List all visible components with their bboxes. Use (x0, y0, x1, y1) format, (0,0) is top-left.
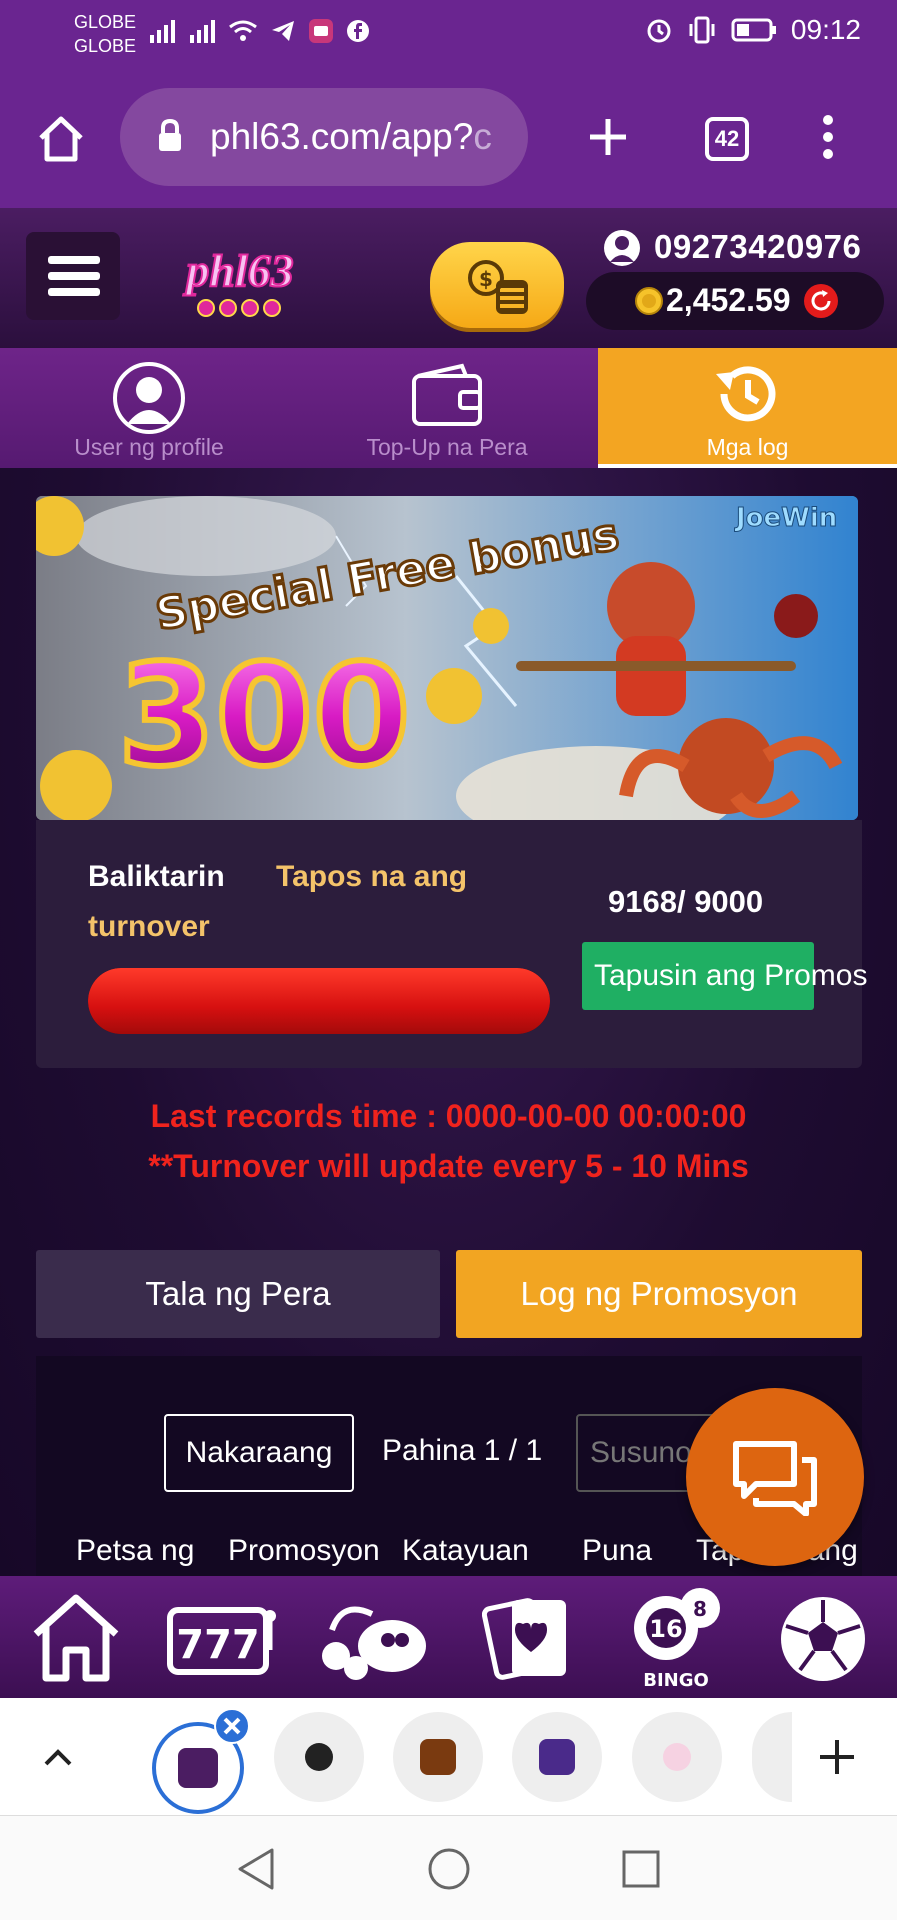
recents-icon[interactable] (620, 1848, 662, 1890)
wallet-icon (412, 363, 482, 426)
chevron-up-icon[interactable] (40, 1740, 76, 1774)
tab-favicon (178, 1748, 218, 1788)
cards-icon[interactable] (482, 1590, 578, 1686)
fishing-icon[interactable] (312, 1590, 436, 1686)
new-tab-icon[interactable] (586, 115, 630, 159)
signal-icon (150, 20, 175, 43)
add-tab-icon[interactable] (816, 1736, 858, 1778)
balance-amount: 2,452.59 (666, 282, 791, 318)
tab-count-button[interactable]: 42 (705, 117, 749, 161)
tab-money-log[interactable]: Tala ng Pera (36, 1250, 440, 1338)
svg-text:$: $ (479, 267, 493, 291)
status-bar: GLOBE GLOBE 09:12 (0, 0, 897, 70)
banner-amount: 300 (118, 635, 410, 798)
turnover-update-note: **Turnover will update every 5 - 10 Mins (148, 1148, 749, 1184)
table-header: Katayuan (402, 1534, 529, 1567)
game-category-bar (0, 1576, 897, 1698)
status-icons (148, 18, 370, 44)
status-right: 09:12 (645, 14, 861, 46)
wifi-icon (229, 20, 257, 41)
tab-mga-log[interactable]: Mga log (598, 348, 897, 468)
tab-top-up[interactable]: Top-Up na Pera (298, 348, 596, 468)
back-icon[interactable] (234, 1846, 278, 1892)
history-icon (716, 366, 776, 422)
clock: 09:12 (790, 14, 861, 45)
progress-fill (88, 968, 550, 1034)
turnover-count: 9168/ 9000 (608, 884, 764, 919)
signal-icon (190, 20, 215, 43)
banner-brand: JoeWin (734, 503, 837, 533)
tab-favicon (305, 1743, 333, 1771)
hamburger-menu-button[interactable] (26, 232, 120, 320)
home-icon[interactable] (36, 114, 86, 164)
carrier-label: GLOBE GLOBE (74, 10, 136, 58)
prev-page-button[interactable]: Nakaraang (164, 1414, 354, 1492)
table-header: Promosyon (228, 1534, 380, 1567)
page-indicator: Pahina 1 / 1 (382, 1434, 543, 1467)
lock-icon (159, 118, 181, 151)
bingo-icon[interactable]: 816BINGO (628, 1582, 724, 1692)
alarm-icon (647, 19, 671, 43)
carrier-2: GLOBE (74, 36, 137, 56)
user-icon (604, 230, 640, 266)
turnover-label: turnover (88, 910, 210, 943)
refresh-balance-icon[interactable] (802, 282, 840, 320)
browser-tab-chip[interactable] (632, 1712, 722, 1802)
slots-777-icon[interactable]: 777 (162, 1590, 282, 1686)
url-text[interactable]: phl63.com/app?c (210, 116, 530, 158)
tab-label: Mga log (706, 434, 789, 460)
banner-art: Special Free bonus 300 JoeWin (36, 496, 858, 820)
tab-favicon (663, 1743, 691, 1771)
tab-user-profile[interactable]: User ng profile (0, 348, 298, 468)
bingo-number: 16 (649, 1615, 682, 1643)
tab-promo-log[interactable]: Log ng Promosyon (456, 1250, 862, 1338)
tab-favicon (420, 1739, 456, 1775)
more-menu-icon[interactable] (818, 112, 838, 162)
table-header: Petsa ng (76, 1534, 195, 1567)
svg-text:777: 777 (176, 1622, 260, 1668)
logo-text: phl63 (182, 245, 293, 296)
turnover-label: Tapos na ang (276, 860, 468, 893)
carrier-1: GLOBE (74, 12, 137, 32)
home-nav-icon[interactable] (426, 1846, 472, 1892)
browser-tab-chip[interactable] (274, 1712, 364, 1802)
home-icon[interactable] (28, 1590, 124, 1686)
browser-tab-chip[interactable] (393, 1712, 483, 1802)
turnover-label: Baliktarin (88, 860, 225, 893)
table-header: Puna (582, 1534, 653, 1567)
finish-promo-button[interactable]: Tapusin ang Promos (582, 942, 868, 1010)
phone-number: 09273420976 (654, 228, 862, 265)
tab-favicon (539, 1739, 575, 1775)
logo[interactable]: phl63 (166, 236, 314, 326)
close-tab-icon[interactable] (214, 1708, 250, 1744)
bingo-label: BINGO (643, 1670, 709, 1691)
promo-banner[interactable]: Special Free bonus 300 JoeWin (36, 496, 858, 820)
turnover-progress-bar (88, 968, 550, 1034)
vibrate-icon (689, 16, 715, 44)
coin-icon (635, 287, 663, 315)
app-badge-icon (309, 19, 333, 43)
tab-label: Top-Up na Pera (366, 434, 528, 460)
browser-tab-chip[interactable] (512, 1712, 602, 1802)
chat-icon (733, 1441, 817, 1516)
tab-label: User ng profile (74, 434, 224, 460)
coins-button[interactable]: $ (430, 242, 564, 328)
chat-support-button[interactable] (686, 1388, 864, 1566)
soccer-ball-icon[interactable] (778, 1594, 868, 1684)
telegram-icon (272, 21, 294, 41)
last-records-time: Last records time : 0000-00-00 00:00:00 (150, 1098, 747, 1134)
user-icon (113, 362, 185, 434)
battery-icon (731, 18, 776, 42)
coins-icon: $ (468, 260, 528, 314)
facebook-icon (347, 20, 369, 42)
